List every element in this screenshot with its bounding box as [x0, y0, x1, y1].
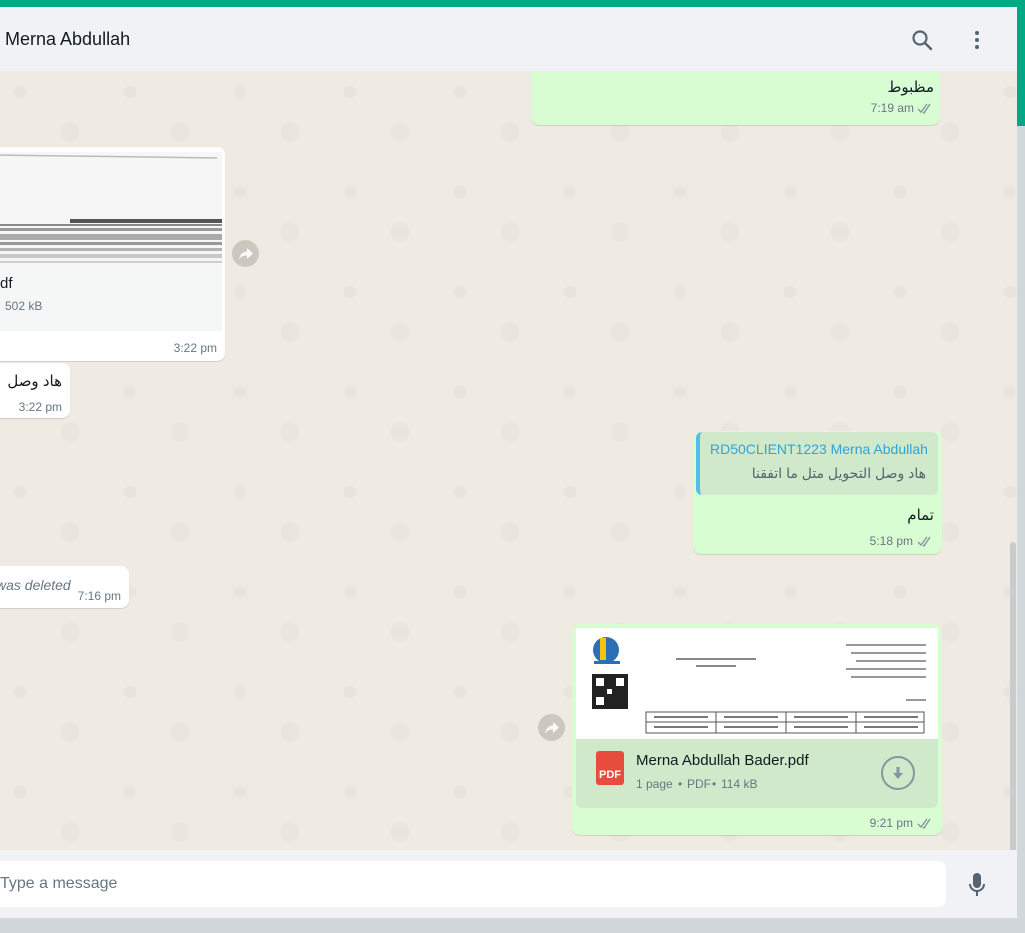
chat-header[interactable]: Merna Abdullah [0, 7, 1017, 72]
message-text: هاد وصل [7, 373, 62, 390]
outgoing-document-message[interactable]: PDF Merna Abdullah Bader.pdf 1 page • PD… [572, 624, 942, 835]
download-icon [893, 767, 903, 779]
mic-icon [969, 873, 985, 896]
pdf-icon: PDF [596, 751, 624, 785]
quoted-message[interactable]: RD50CLIENT1223 Merna Abdullah هاد وصل ال… [696, 432, 938, 495]
double-check-icon [917, 818, 931, 829]
quote-text: هاد وصل التحويل متل ما اتفقنا [751, 465, 926, 481]
incoming-document-message[interactable]: df 502 kB 3:22 pm [0, 147, 225, 361]
deleted-message[interactable]: was deleted 7:16 pm [0, 566, 129, 608]
document-size: 502 kB [5, 299, 43, 313]
quote-author: RD50CLIENT1223 Merna Abdullah [710, 441, 928, 457]
download-button[interactable] [881, 756, 915, 790]
search-button[interactable] [905, 23, 939, 57]
forward-icon [544, 721, 559, 734]
document-preview[interactable] [576, 628, 938, 739]
window-right-accent [1017, 7, 1025, 126]
message-time: 7:16 pm [77, 589, 121, 603]
window-top-accent [0, 0, 1025, 7]
document-size: 114 kB [721, 777, 758, 791]
double-check-icon [917, 536, 931, 547]
message-time: 5:18 pm [869, 534, 913, 548]
forward-button[interactable] [538, 714, 565, 741]
message-input[interactable] [0, 861, 946, 907]
contact-name[interactable]: Merna Abdullah [5, 29, 130, 50]
message-time: 9:21 pm [869, 816, 913, 830]
meta-separator: • [678, 777, 683, 791]
document-preview[interactable] [0, 152, 222, 270]
document-name: Merna Abdullah Bader.pdf [636, 752, 809, 769]
message-list[interactable]: مظبوط 7:19 am df 502 kB 3:22 pm هاد وصل … [0, 72, 1017, 850]
deleted-message-text: was deleted [0, 577, 71, 593]
document-name: df [0, 275, 13, 292]
menu-icon [975, 31, 979, 49]
document-type: PDF [687, 777, 711, 791]
message-text: تمام [907, 507, 934, 524]
forward-button[interactable] [232, 240, 259, 267]
message-text: مظبوط [887, 79, 935, 96]
outgoing-message[interactable]: مظبوط 7:19 am [531, 72, 940, 125]
message-time: 3:22 pm [173, 341, 217, 355]
document-pages: 1 page [636, 777, 673, 791]
message-time: 7:19 am [870, 101, 914, 115]
message-time: 3:22 pm [18, 400, 62, 414]
forward-icon [238, 247, 253, 260]
search-icon [912, 30, 933, 51]
document-thumbnail [0, 152, 222, 270]
scrollbar[interactable] [1010, 542, 1016, 850]
chat-window: Merna Abdullah مظبوط 7:19 am df 502 kB 3… [0, 7, 1017, 918]
document-thumbnail [576, 628, 938, 739]
message-composer [0, 850, 1017, 918]
double-check-icon [917, 103, 931, 114]
document-info[interactable]: PDF Merna Abdullah Bader.pdf 1 page • PD… [576, 739, 938, 808]
document-info[interactable]: df 502 kB [0, 270, 222, 331]
menu-button[interactable] [960, 23, 994, 57]
incoming-message[interactable]: هاد وصل 3:22 pm [0, 363, 70, 418]
voice-message-button[interactable] [962, 870, 992, 900]
meta-separator: • [712, 777, 717, 791]
